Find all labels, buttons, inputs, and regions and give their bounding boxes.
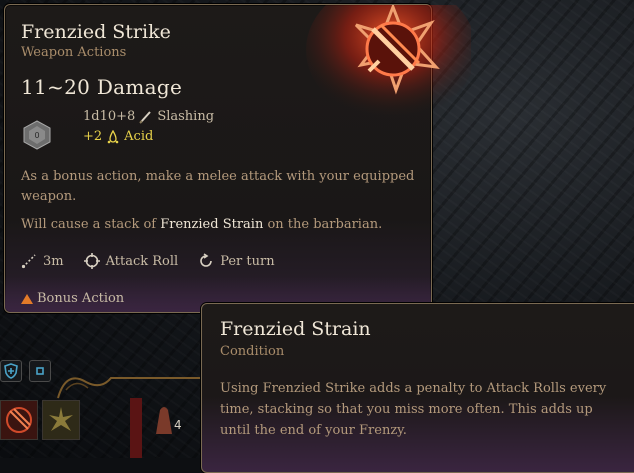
range-property: 3m [21, 253, 64, 269]
shield-icon [4, 363, 18, 379]
frenzied-strain-link[interactable]: Frenzied Strain [160, 217, 263, 232]
action-description: As a bonus action, make a melee attack w… [21, 169, 415, 204]
condition-tooltip: Frenzied Strain Condition Using Frenzied… [201, 303, 634, 473]
action-cost-label: Bonus Action [37, 291, 125, 306]
action-effect: Will cause a stack of Frenzied Strain on… [21, 217, 382, 232]
burst-icon [43, 401, 79, 439]
effect-prefix: Will cause a stack of [21, 217, 161, 232]
action-tooltip: Frenzied Strike Weapon Actions 11~20 Dam… [4, 4, 471, 313]
recharge-icon [200, 253, 213, 267]
condition-title: Frenzied Strain [220, 318, 371, 340]
damage-range: 11~20 Damage [21, 75, 183, 99]
condition-category: Condition [220, 344, 285, 359]
range-icon [21, 254, 36, 269]
action-cost: Bonus Action [21, 291, 124, 306]
effect-suffix: on the barbarian. [263, 217, 383, 232]
frenzied-strike-icon [1, 401, 37, 439]
damage-type: Slashing [157, 109, 215, 124]
hotbar-ornament [57, 377, 206, 399]
bonus-action-icon [21, 293, 33, 304]
hotbar-slot-frenzied-strike[interactable] [0, 400, 38, 440]
dice-icon: 0 [23, 120, 51, 150]
action-properties: 3m Attack Roll Per turn [21, 253, 275, 269]
damage-roll: 1d10+8 [83, 109, 136, 124]
frenzied-strike-skill-icon [306, 5, 471, 120]
action-title: Frenzied Strike [21, 21, 171, 43]
bonus-damage-type: Acid [124, 129, 154, 144]
slashing-icon [139, 110, 152, 124]
bonus-damage: +2 [83, 129, 103, 144]
recharge-property: Per turn [198, 253, 275, 269]
hotbar-mode-button[interactable] [29, 360, 51, 382]
hotbar-divider [130, 398, 142, 458]
shield-toggle-button[interactable] [0, 360, 22, 382]
range-value: 3m [43, 253, 64, 269]
square-icon [36, 367, 44, 375]
damage-roll-line: 1d10+8 Slashing [83, 109, 214, 124]
recharge-label: Per turn [220, 253, 275, 269]
condition-description: Using Frenzied Strike adds a penalty to … [220, 381, 607, 438]
slot-count: 4 [174, 418, 182, 432]
crosshair-icon [83, 253, 100, 269]
action-category: Weapon Actions [21, 45, 127, 60]
acid-icon [107, 129, 119, 143]
svg-text:0: 0 [34, 131, 39, 140]
bonus-damage-line: +2 Acid [83, 129, 153, 144]
attack-roll-property: Attack Roll [83, 253, 179, 269]
hotbar-slot-2[interactable] [42, 400, 80, 440]
attack-roll-label: Attack Roll [105, 253, 179, 269]
